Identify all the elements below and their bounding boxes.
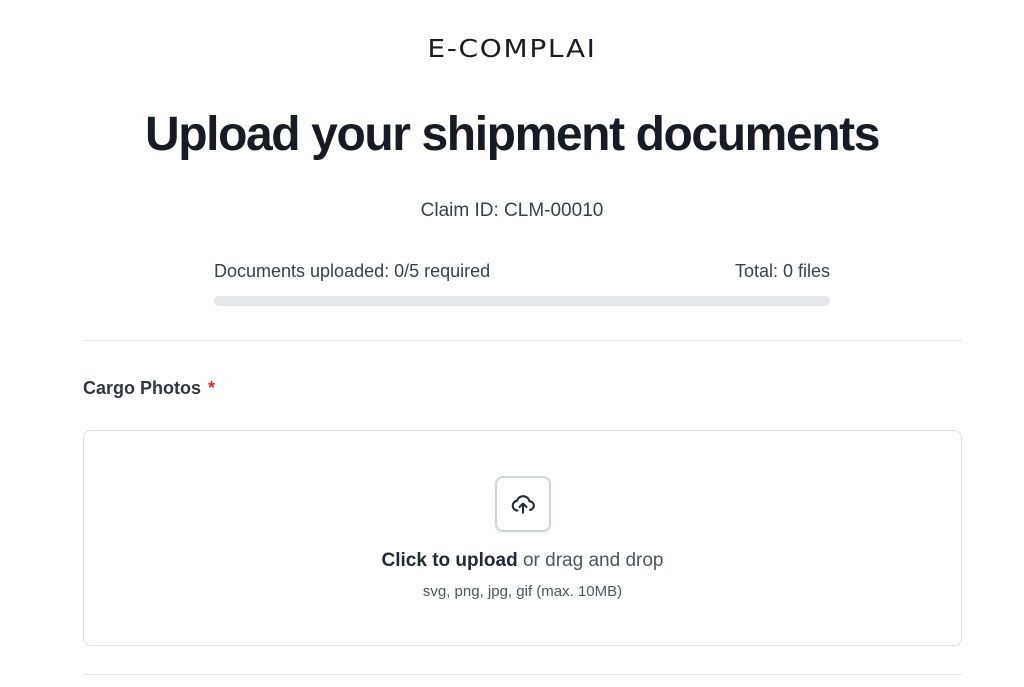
section-divider xyxy=(83,340,962,341)
cargo-photos-dropzone[interactable]: Click to upload or drag and drop svg, pn… xyxy=(83,430,962,646)
drag-and-drop-text: or drag and drop xyxy=(522,550,664,571)
upload-icon-button[interactable] xyxy=(495,476,551,532)
documents-uploaded-count: Documents uploaded: 0/5 required xyxy=(214,261,491,281)
file-type-hint: svg, png, jpg, gif (max. 10MB) xyxy=(422,583,623,600)
required-marker: * xyxy=(208,378,216,398)
upload-progress-bar xyxy=(214,296,830,306)
cloud-upload-icon xyxy=(511,495,535,514)
claim-id: Claim ID: CLM-00010 xyxy=(420,200,604,221)
upload-instruction: Click to upload or drag and drop xyxy=(84,550,961,572)
section-label-cargo-photos: Cargo Photos * xyxy=(83,378,215,399)
total-files-count: Total: 0 files xyxy=(734,261,830,281)
upload-page: E-COMPLAI Upload your shipment documents… xyxy=(0,0,1024,687)
click-to-upload-link[interactable]: Click to upload xyxy=(382,550,518,571)
progress-summary: Documents uploaded: 0/5 required Total: … xyxy=(214,261,830,282)
page-title: Upload your shipment documents xyxy=(144,108,880,161)
section-label-text: Cargo Photos xyxy=(83,378,202,398)
section-divider-bottom xyxy=(83,674,962,675)
brand-logo: E-COMPLAI xyxy=(427,34,597,63)
